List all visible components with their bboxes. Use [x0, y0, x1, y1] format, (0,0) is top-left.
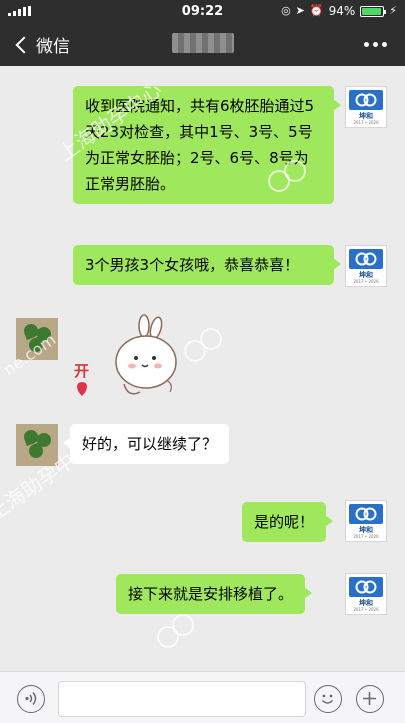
avatar-hospital[interactable]: 坤和 2017 • 2026: [345, 245, 387, 287]
message-text: 收到医院通知，共有6枚胚胎通过5天23对检查，其中1号、3号、5号为正常女胚胎；…: [85, 97, 315, 193]
avatar-hospital[interactable]: 坤和 2017 • 2026: [345, 573, 387, 615]
nav-bar: 微信: [0, 22, 405, 66]
voice-icon: [25, 692, 37, 705]
message-bubble-sent[interactable]: 接下来就是安排移植了。: [116, 574, 313, 614]
plus-icon: [363, 692, 376, 705]
emoji-icon: [321, 694, 334, 704]
message-bubble-sent[interactable]: 3个男孩3个女孩哦，恭喜恭喜！: [73, 245, 341, 285]
hospital-logo-sub: 2017 • 2026: [353, 534, 379, 539]
watermark-ring: [184, 340, 206, 362]
emoji-button[interactable]: [314, 685, 342, 713]
watermark-ring: [157, 626, 179, 648]
alarm-icon: ⏰: [309, 4, 324, 17]
back-button[interactable]: 微信: [15, 32, 70, 57]
message-bubble-sent[interactable]: 收到医院通知，共有6枚胚胎通过5天23对检查，其中1号、3号、5号为正常女胚胎；…: [73, 86, 341, 204]
watermark-ring: [200, 328, 222, 350]
more-button[interactable]: [364, 42, 387, 47]
message-text: 接下来就是安排移植了。: [128, 585, 294, 603]
message-text: 3个男孩3个女孩哦，恭喜恭喜！: [85, 256, 300, 274]
back-label: 微信: [36, 37, 70, 57]
plus-button[interactable]: [356, 685, 384, 713]
battery-fill: [362, 7, 382, 15]
avatar-clover[interactable]: [16, 424, 58, 466]
hospital-logo-sub: 2017 • 2026: [353, 607, 379, 612]
watermark-ring: [172, 614, 194, 636]
charging-icon: ⚡: [389, 4, 397, 17]
input-bar: [0, 671, 405, 723]
avatar-clover[interactable]: [16, 318, 58, 360]
chat-title-blurred: [172, 33, 234, 53]
hospital-logo-sub: 2017 • 2026: [353, 279, 379, 284]
avatar-hospital[interactable]: 坤和 2017 • 2026: [345, 86, 387, 128]
battery-percent: 94%: [328, 4, 356, 18]
message-input[interactable]: [58, 681, 306, 717]
sticker-bunny[interactable]: 开: [66, 314, 186, 404]
orientation-lock-icon: ◎: [281, 4, 291, 17]
message-text: 是的呢！: [254, 513, 315, 531]
battery-icon: [360, 5, 387, 17]
sticker-text: 开: [74, 362, 90, 380]
voice-button[interactable]: [17, 685, 45, 713]
message-bubble-sent[interactable]: 是的呢！: [242, 502, 334, 542]
hospital-logo-sub: 2017 • 2026: [353, 120, 379, 125]
location-icon: ➤: [295, 4, 305, 17]
message-text: 好的，可以继续了？: [82, 435, 218, 453]
message-bubble-received[interactable]: 好的，可以继续了？: [62, 424, 230, 464]
back-chevron-icon: [15, 36, 33, 54]
status-bar: 09:22 ◎ ➤ ⏰ 94% ⚡: [0, 0, 405, 22]
bunny-sticker-image: [77, 314, 177, 396]
avatar-hospital[interactable]: 坤和 2017 • 2026: [345, 500, 387, 542]
